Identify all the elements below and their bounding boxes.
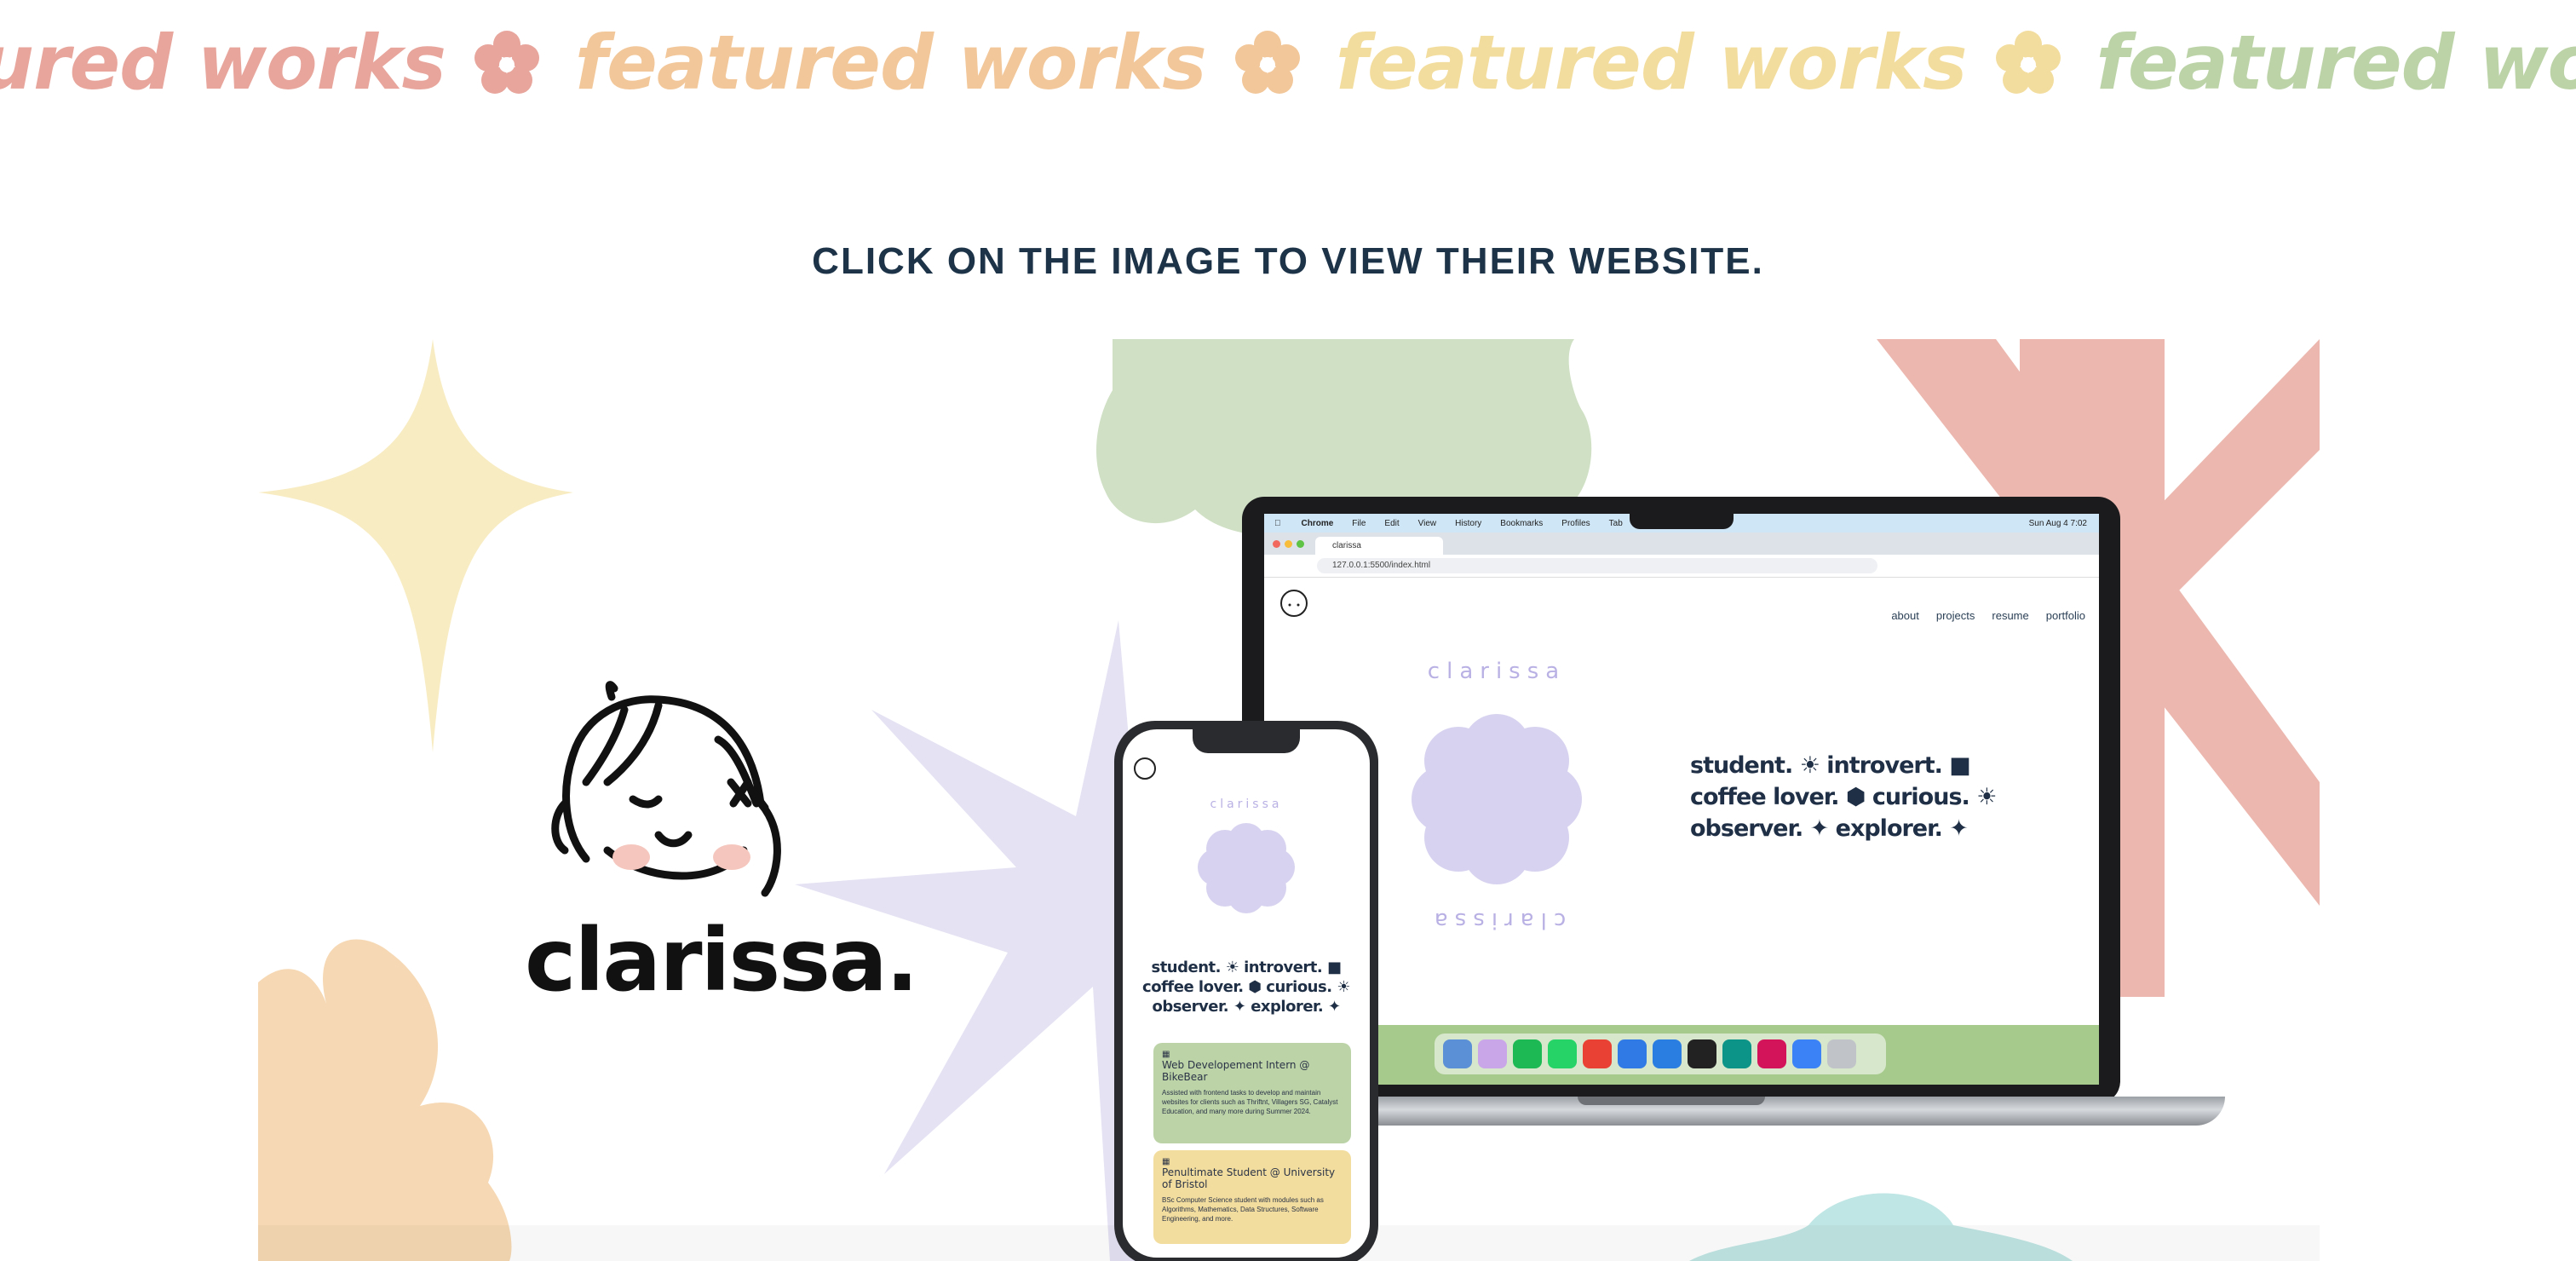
ring-text-bottom: clarissa: [1428, 907, 1566, 933]
phone-site-logo-icon: [1134, 757, 1156, 780]
avatar-cheek-left: [612, 844, 650, 870]
menubar-item: Profiles: [1555, 518, 1590, 528]
url-field: 127.0.0.1:5500/index.html: [1317, 558, 1877, 573]
featured-work-image-link[interactable]: clarissa.  Chrome File Edit View History Boo…: [258, 339, 2320, 1261]
tagline-line: observer. ✦ explorer. ✦: [1152, 998, 1341, 1016]
featured-works-marquee: featured works featured works featured wor…: [0, 0, 2576, 136]
dock-app-icon: [1513, 1039, 1542, 1068]
phone-dynamic-island: [1193, 729, 1300, 753]
site-nav-about: about: [1891, 609, 1919, 622]
flower-avatar-badge: clarissa clarissa: [1412, 659, 1582, 933]
menubar-item: View: [1412, 518, 1437, 528]
maximize-window-dot: [1297, 540, 1304, 548]
apple-icon: : [1274, 519, 1281, 528]
laptop-camera-notch: [1630, 509, 1734, 529]
school-icon: ▦: [1162, 1157, 1170, 1166]
experience-card-student: ▦ Penultimate Student @ University of Br…: [1153, 1150, 1351, 1244]
marquee-text: featured works: [574, 19, 1207, 107]
phone-ring-text: clarissa: [1210, 797, 1283, 811]
menubar-clock: Sun Aug 4 7:02: [2028, 518, 2087, 528]
brand-name: clarissa.: [525, 910, 919, 1011]
marquee-text: featured works: [0, 19, 446, 107]
dock-app-icon: [1583, 1039, 1612, 1068]
dock-app-icon: [1653, 1039, 1682, 1068]
dock-app-icon: [1792, 1039, 1821, 1068]
dock-app-icon: [1827, 1039, 1856, 1068]
menubar-item: Edit: [1377, 518, 1399, 528]
site-nav-projects: projects: [1935, 609, 1975, 622]
laptop-base: [1237, 1097, 2225, 1126]
yellow-sparkle-shape: [258, 339, 573, 752]
marquee-item: featured works: [1327, 19, 2088, 107]
laptop-tagline: student. ☀ introvert. ■ coffee lover. ⬢ c…: [1690, 750, 1997, 844]
flower-icon: [1995, 30, 2061, 94]
avatar-cheek-right: [713, 844, 750, 870]
tagline-line: student. ☀ introvert. ■: [1690, 752, 1971, 779]
marquee-item: featured works: [2088, 19, 2576, 107]
browser-tab: clarissa: [1315, 537, 1443, 555]
marquee-track: featured works featured works featured wor…: [0, 19, 2576, 107]
card-description: BSc Computer Science student with module…: [1162, 1196, 1324, 1223]
browser-tab-strip: clarissa: [1264, 533, 2099, 555]
mac-dock: [1435, 1034, 1886, 1074]
mac-dock-area: [1264, 1025, 2099, 1085]
tagline-line: observer. ✦ explorer. ✦: [1690, 815, 1969, 842]
site-nav-resume: resume: [1992, 609, 2029, 622]
experience-card-internship: ▦ Web Developement Intern @ BikeBear Ass…: [1153, 1043, 1351, 1143]
dock-app-icon: [1618, 1039, 1647, 1068]
tagline-line: student. ☀ introvert. ■: [1151, 959, 1342, 976]
phone-screen: clarissa student. ☀ introvert. ■ coffee l…: [1123, 729, 1370, 1258]
briefcase-icon: ▦: [1162, 1050, 1170, 1059]
peach-flower-shape: [258, 939, 512, 1261]
minimize-window-dot: [1285, 540, 1292, 548]
dock-app-icon: [1478, 1039, 1507, 1068]
tagline-line: coffee lover. ⬢ curious. ☀: [1690, 784, 1997, 810]
dock-app-icon: [1757, 1039, 1786, 1068]
dock-app-icon: [1722, 1039, 1751, 1068]
dock-app-icon: [1688, 1039, 1716, 1068]
menubar-item: Bookmarks: [1493, 518, 1543, 528]
marquee-text: featured works: [2096, 19, 2576, 107]
page-instruction: CLICK ON THE IMAGE TO VIEW THEIR WEBSITE…: [812, 240, 1764, 282]
flower-icon: [474, 30, 539, 94]
site-nav: about projects resume portfolio: [1874, 609, 2085, 622]
tagline-line: coffee lover. ⬢ curious. ☀: [1142, 978, 1350, 996]
laptop-screen:  Chrome File Edit View History Bookmarks Prof…: [1264, 514, 2099, 1085]
site-logo-icon: [1280, 590, 1308, 617]
dock-app-icon: [1548, 1039, 1577, 1068]
menubar-item: Tab: [1602, 518, 1623, 528]
flower-icon: [1234, 30, 1300, 94]
menubar-item: File: [1345, 518, 1366, 528]
browser-address-bar: 127.0.0.1:5500/index.html: [1264, 555, 2099, 578]
card-title: Web Developement Intern @ BikeBear: [1162, 1059, 1310, 1083]
card-title: Penultimate Student @ University of Bris…: [1162, 1166, 1336, 1190]
card-description: Assisted with frontend tasks to develop …: [1162, 1089, 1338, 1115]
menubar-item: Chrome: [1295, 518, 1334, 528]
phone-flower-avatar-badge: clarissa: [1198, 797, 1295, 913]
laptop-opening-notch: [1578, 1097, 1765, 1105]
ring-text-top: clarissa: [1428, 659, 1566, 684]
site-nav-portfolio: portfolio: [2045, 609, 2085, 622]
phone-tagline: student. ☀ introvert. ■ coffee lover. ⬢ c…: [1123, 958, 1370, 1016]
marquee-item: featured works: [0, 19, 566, 107]
marquee-text: featured works: [1335, 19, 1968, 107]
phone-mockup: clarissa student. ☀ introvert. ■ coffee l…: [1114, 721, 1378, 1261]
marquee-item: featured works: [566, 19, 1327, 107]
menubar-item: History: [1448, 518, 1481, 528]
dock-app-icon: [1443, 1039, 1472, 1068]
close-window-dot: [1273, 540, 1280, 548]
